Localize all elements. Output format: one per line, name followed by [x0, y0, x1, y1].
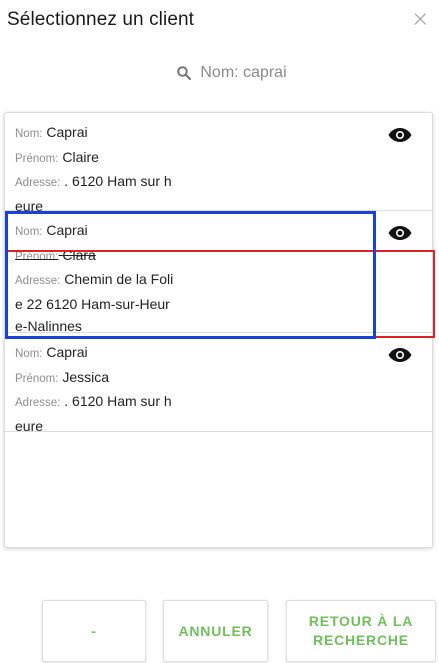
search-field[interactable]: Nom: caprai — [0, 64, 439, 82]
search-icon — [177, 66, 192, 81]
adresse-label: Adresse: — [15, 397, 61, 409]
adresse-label: Adresse: — [15, 275, 61, 287]
eye-icon[interactable] — [388, 347, 412, 363]
client-nom: Caprai — [46, 344, 88, 360]
nom-label: Nom: — [15, 348, 43, 360]
client-item-3[interactable]: Nom: Caprai Prénom: Jessica Adresse: . 6… — [5, 333, 432, 434]
client-nom: Caprai — [46, 124, 88, 140]
client-prenom: Clara — [62, 246, 96, 263]
dialog-title: Sélectionnez un client — [7, 9, 195, 30]
back-to-search-label: RETOUR À LA RECHERCHE — [309, 612, 413, 650]
back-to-search-button[interactable]: RETOUR À LA RECHERCHE — [286, 600, 436, 662]
client-adresse: . 6120 Ham sur h — [64, 173, 172, 189]
client-item-2[interactable]: Nom: Caprai Prénom: Clara Adresse: Chemi… — [5, 211, 432, 334]
prenom-label: Prénom: — [15, 152, 59, 165]
client-adresse: . 6120 Ham sur h — [64, 393, 172, 409]
nom-label: Nom: — [15, 128, 43, 140]
nom-label: Nom: — [15, 226, 43, 238]
search-text: Nom: caprai — [200, 64, 287, 81]
client-item-1[interactable]: Nom: Caprai Prénom: Claire Adresse: . 61… — [5, 113, 432, 214]
back-label-line-1: RETOUR À LA — [308, 613, 414, 629]
adresse-label: Adresse: — [15, 177, 61, 189]
dash-button[interactable]: - — [42, 600, 146, 662]
eye-icon[interactable] — [388, 127, 412, 143]
client-nom: Caprai — [46, 222, 88, 238]
client-adresse-cont: eure — [15, 417, 44, 434]
client-prenom: Jessica — [62, 368, 110, 385]
back-label-line-2: RECHERCHE — [313, 632, 409, 648]
cancel-button[interactable]: ANNULER — [163, 600, 268, 662]
close-icon[interactable]: × — [411, 9, 429, 31]
eye-icon[interactable] — [388, 225, 412, 241]
client-prenom: Claire — [62, 148, 99, 165]
prenom-label: Prénom: — [15, 250, 59, 263]
client-adresse: Chemin de la Foli — [64, 271, 174, 287]
client-adresse-cont: e 22 6120 Ham-sur-Heur — [15, 295, 170, 312]
prenom-label: Prénom: — [15, 372, 59, 385]
client-list[interactable]: Nom: Caprai Prénom: Claire Adresse: . 61… — [4, 112, 433, 548]
